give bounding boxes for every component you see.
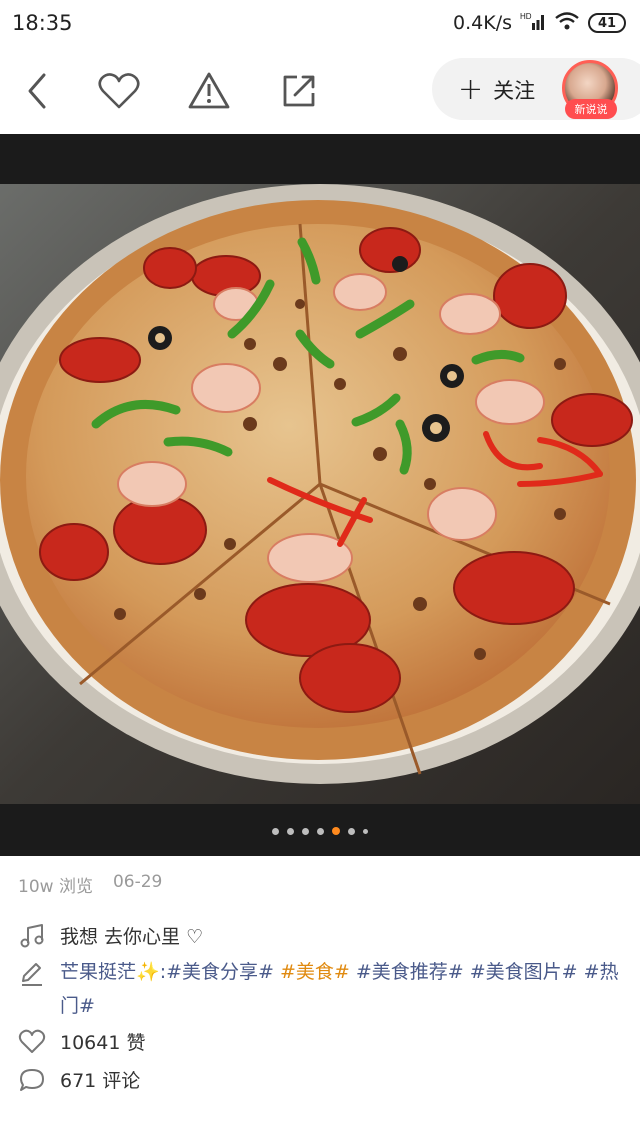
edit-icon bbox=[22, 963, 42, 986]
page-dot bbox=[348, 827, 355, 835]
follow-label: 关注 bbox=[493, 79, 536, 103]
battery-level: 41 bbox=[597, 15, 617, 31]
page-indicator bbox=[0, 824, 640, 838]
status-indicators: 0.4K/s HD 41 bbox=[453, 11, 626, 36]
warning-icon[interactable] bbox=[186, 68, 232, 114]
like-heart-icon bbox=[18, 1029, 46, 1053]
signal-icon: HD bbox=[520, 11, 546, 36]
post-meta: 10w 浏览 06-29 bbox=[18, 872, 162, 897]
network-type-label: HD bbox=[520, 12, 532, 21]
post-date: 06-29 bbox=[112, 872, 163, 892]
follow-button[interactable]: + 关注 bbox=[458, 70, 535, 110]
hashtag[interactable]: #美食图片# bbox=[470, 961, 578, 983]
wifi-icon bbox=[554, 11, 580, 36]
battery-indicator: 41 bbox=[588, 13, 626, 33]
music-title: 我想 去你心里 ♡ bbox=[60, 926, 204, 948]
author-name[interactable]: 芒果挺茫 bbox=[60, 961, 136, 983]
page-dot bbox=[317, 827, 324, 835]
page-dot bbox=[363, 828, 368, 834]
music-row[interactable]: 我想 去你心里 ♡ bbox=[18, 922, 203, 950]
comment-count: 671 评论 bbox=[60, 1070, 141, 1092]
page-dot-active bbox=[332, 827, 340, 835]
page-dot bbox=[272, 827, 279, 835]
view-count: 10w 浏览 bbox=[18, 877, 93, 897]
share-icon[interactable] bbox=[276, 68, 322, 114]
page-dot bbox=[287, 827, 294, 835]
status-time: 18:35 bbox=[12, 11, 73, 35]
music-note-icon bbox=[20, 924, 44, 948]
likes-row[interactable]: 10641 赞 bbox=[18, 1028, 145, 1056]
pizza-photo bbox=[0, 184, 640, 804]
comments-row[interactable]: 671 评论 bbox=[18, 1066, 140, 1094]
back-icon[interactable] bbox=[14, 68, 60, 114]
plus-icon: + bbox=[458, 72, 484, 107]
network-speed: 0.4K/s bbox=[453, 12, 512, 34]
like-count: 10641 赞 bbox=[60, 1032, 146, 1054]
heart-icon[interactable] bbox=[96, 68, 142, 114]
hashtag[interactable]: #美食推荐# bbox=[356, 961, 464, 983]
hashtag[interactable]: #美食分享# bbox=[166, 961, 274, 983]
hashtag[interactable]: #美食# bbox=[280, 961, 350, 983]
post-content: 芒果挺茫✨:#美食分享# #美食# #美食推荐# #美食图片# #热门# bbox=[60, 955, 620, 1023]
status-bar: 18:35 0.4K/s HD 41 bbox=[0, 0, 640, 46]
page-dot bbox=[302, 827, 309, 835]
top-toolbar: + 关注 bbox=[0, 46, 640, 134]
post-text-row: 芒果挺茫✨:#美食分享# #美食# #美食推荐# #美食图片# #热门# bbox=[18, 955, 620, 1023]
avatar-badge: 新说说 bbox=[565, 99, 617, 119]
sparkle-emoji: ✨ bbox=[136, 961, 160, 983]
comment-bubble-icon bbox=[20, 1069, 44, 1091]
photo-viewer[interactable] bbox=[0, 134, 640, 856]
